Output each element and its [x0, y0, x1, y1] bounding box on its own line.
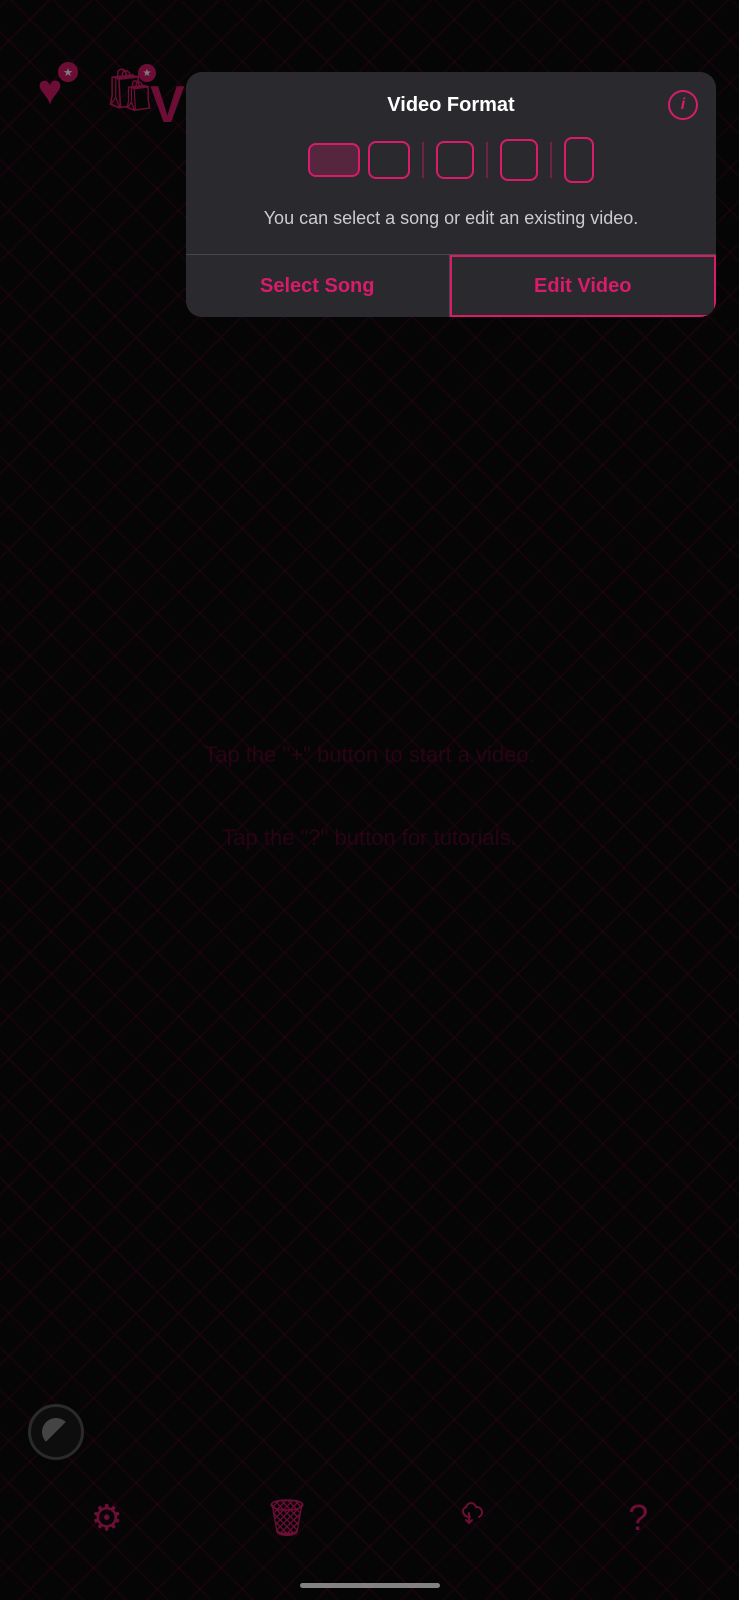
video-format-modal: Video Format i You can select a song or …: [186, 72, 716, 317]
format-wide-button[interactable]: [308, 143, 360, 177]
modal-action-row: Select Song Edit Video: [186, 255, 716, 317]
modal-title: Video Format: [387, 94, 514, 117]
format-square-button[interactable]: [436, 141, 474, 179]
format-divider-3: [550, 142, 552, 178]
edit-video-button[interactable]: Edit Video: [450, 255, 717, 317]
format-divider-2: [486, 142, 488, 178]
format-selector-row: [186, 127, 716, 199]
modal-description: You can select a song or edit an existin…: [186, 199, 716, 254]
modal-header: Video Format i: [186, 72, 716, 127]
select-song-button[interactable]: Select Song: [186, 255, 450, 317]
format-sq-wide-button[interactable]: [368, 141, 410, 179]
info-button[interactable]: i: [668, 90, 698, 120]
format-divider: [422, 142, 424, 178]
format-tall-button[interactable]: [564, 137, 594, 183]
home-indicator: [300, 1583, 440, 1588]
format-sq-tall-button[interactable]: [500, 139, 538, 181]
